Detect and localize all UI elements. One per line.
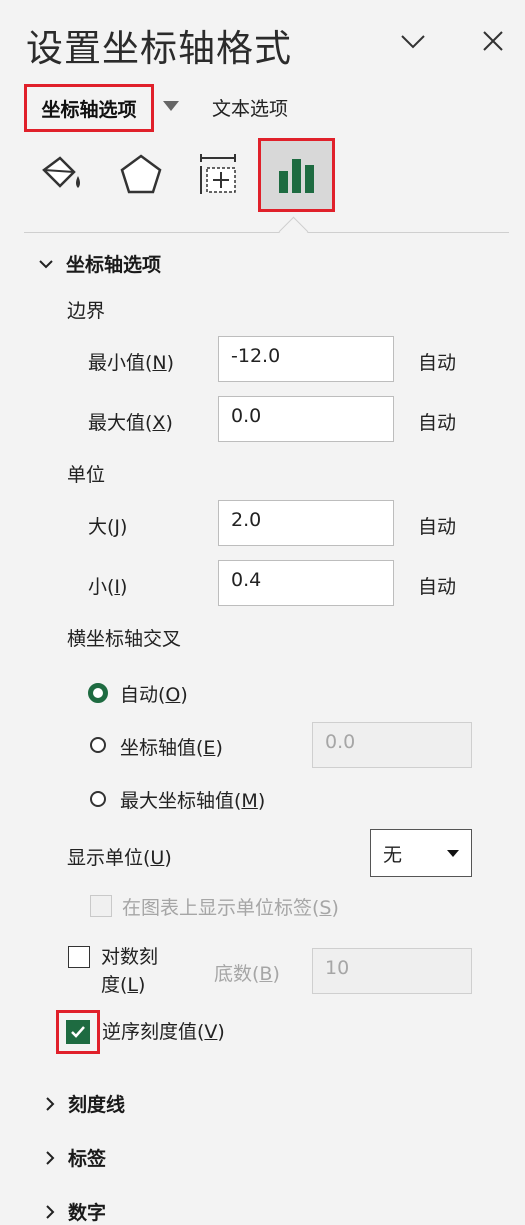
bar-chart-icon[interactable] [258, 138, 335, 212]
major-label: 大(J) [88, 516, 128, 538]
section-label: 数字 [68, 1202, 107, 1224]
chevron-right-icon [46, 1096, 55, 1111]
display-units-select[interactable]: 无 [370, 829, 472, 877]
section-label: 坐标轴选项 [66, 254, 162, 276]
min-input[interactable]: -12.0 [218, 336, 394, 382]
major-auto-button[interactable]: 自动 [418, 512, 456, 539]
chevron-down-icon[interactable] [398, 26, 428, 56]
min-label: 最小值(N) [88, 352, 175, 374]
bounds-label: 边界 [67, 300, 106, 322]
radio-auto-label[interactable]: 自动(O) [120, 680, 188, 707]
section-tick-marks[interactable]: 刻度线 [44, 1090, 125, 1117]
log-scale-label-line2: 度(L) [101, 974, 146, 996]
show-units-label-checkbox[interactable] [90, 895, 112, 917]
chevron-right-icon [46, 1204, 55, 1219]
tab-dropdown-arrow-icon[interactable] [163, 101, 179, 111]
section-number[interactable]: 数字 [44, 1198, 106, 1225]
section-label: 刻度线 [68, 1094, 126, 1116]
checkmark-icon [71, 1026, 85, 1038]
divider [24, 232, 509, 233]
radio-max-axis-value[interactable] [90, 791, 106, 807]
radio-max-axis-value-label[interactable]: 最大坐标轴值(M) [120, 786, 265, 813]
log-scale-checkbox[interactable] [68, 946, 90, 968]
minor-auto-button[interactable]: 自动 [418, 572, 456, 599]
minor-label: 小(I) [88, 576, 128, 598]
chevron-down-icon [39, 259, 53, 268]
log-scale-label[interactable]: 对数刻 度(L) [101, 943, 158, 999]
max-label: 最大值(X) [88, 412, 173, 434]
radio-auto[interactable] [88, 683, 108, 703]
max-input[interactable]: 0.0 [218, 396, 394, 442]
selected-tab-notch [278, 216, 309, 247]
size-properties-icon[interactable] [193, 150, 243, 200]
display-units-value: 无 [383, 843, 403, 866]
radio-axis-value[interactable] [90, 737, 106, 753]
fill-line-icon[interactable] [36, 150, 86, 200]
effects-pentagon-icon[interactable] [116, 150, 166, 200]
display-units-label: 显示单位(U) [67, 847, 172, 869]
log-base-input[interactable]: 10 [312, 948, 472, 994]
min-auto-button[interactable]: 自动 [418, 348, 456, 375]
log-scale-label-line1: 对数刻 [101, 946, 159, 968]
section-axis-options[interactable]: 坐标轴选项 [38, 250, 161, 277]
close-icon[interactable] [478, 26, 508, 56]
tab-text-options[interactable]: 文本选项 [212, 94, 288, 121]
section-label: 标签 [68, 1148, 107, 1170]
major-input[interactable]: 2.0 [218, 500, 394, 546]
cross-label: 横坐标轴交叉 [67, 628, 182, 650]
reverse-order-checkbox[interactable] [66, 1020, 90, 1044]
tab-axis-options[interactable]: 坐标轴选项 [24, 84, 154, 132]
log-base-label: 底数(B) [214, 963, 280, 985]
pane-title: 设置坐标轴格式 [26, 27, 292, 70]
axis-value-input[interactable]: 0.0 [312, 722, 472, 768]
show-units-label-text: 在图表上显示单位标签(S) [122, 897, 339, 919]
max-auto-button[interactable]: 自动 [418, 408, 456, 435]
dropdown-arrow-icon [447, 850, 459, 857]
minor-input[interactable]: 0.4 [218, 560, 394, 606]
chevron-right-icon [46, 1150, 55, 1165]
reverse-order-highlight [56, 1010, 100, 1054]
section-labels[interactable]: 标签 [44, 1144, 106, 1171]
units-label: 单位 [67, 464, 106, 486]
reverse-order-label[interactable]: 逆序刻度值(V) [102, 1017, 225, 1044]
radio-axis-value-label[interactable]: 坐标轴值(E) [120, 733, 223, 760]
